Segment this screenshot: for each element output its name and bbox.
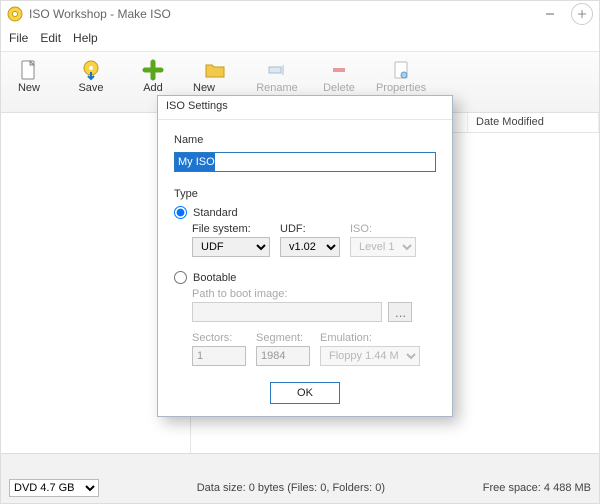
status-data-size: Data size: 0 bytes (Files: 0, Folders: 0…: [99, 482, 483, 494]
name-input[interactable]: [174, 152, 436, 172]
sectors-label: Sectors:: [192, 332, 246, 344]
bootable-radio-label: Bootable: [193, 272, 236, 284]
type-label: Type: [174, 188, 436, 200]
menu-edit[interactable]: Edit: [36, 29, 65, 47]
bootable-radio-row: Bootable: [174, 271, 436, 284]
add-icon: [141, 58, 165, 82]
rename-label: Rename: [256, 82, 298, 94]
properties-label: Properties: [376, 82, 426, 94]
menu-file[interactable]: File: [5, 29, 32, 47]
new-button[interactable]: New: [7, 58, 51, 106]
titlebar: ISO Workshop - Make ISO: [1, 1, 599, 27]
app-icon: [7, 6, 23, 22]
save-icon: [79, 58, 103, 82]
new-file-icon: [17, 58, 41, 82]
save-label: Save: [78, 82, 103, 94]
standard-radio-row: Standard: [174, 206, 436, 219]
maximize-circle-button[interactable]: [571, 3, 593, 25]
emulation-select: Floppy 1.44 MB: [320, 346, 420, 366]
menubar: File Edit Help: [1, 27, 599, 52]
add-label: Add: [143, 82, 163, 94]
col-date[interactable]: Date Modified: [468, 113, 599, 132]
properties-icon: i: [389, 58, 413, 82]
statusbar: DVD 4.7 GB Data size: 0 bytes (Files: 0,…: [1, 453, 599, 503]
iso-label: ISO:: [350, 223, 416, 235]
boot-path-input: [192, 302, 382, 322]
path-label: Path to boot image:: [192, 288, 436, 300]
fs-select[interactable]: UDF: [192, 237, 270, 257]
dialog-title: ISO Settings: [158, 96, 452, 120]
udf-label: UDF:: [280, 223, 340, 235]
delete-label: Delete: [323, 82, 355, 94]
emulation-label: Emulation:: [320, 332, 420, 344]
save-button[interactable]: Save: [69, 58, 113, 106]
rename-icon: [265, 58, 289, 82]
new-label: New: [18, 82, 40, 94]
window-title: ISO Workshop - Make ISO: [29, 7, 171, 21]
udf-select[interactable]: v1.02: [280, 237, 340, 257]
status-free-space: Free space: 4 488 MB: [483, 482, 591, 494]
menu-help[interactable]: Help: [69, 29, 102, 47]
media-select[interactable]: DVD 4.7 GB: [9, 479, 99, 497]
standard-radio[interactable]: [174, 206, 187, 219]
delete-icon: [327, 58, 351, 82]
svg-text:i: i: [403, 73, 404, 79]
folder-icon: [203, 58, 227, 82]
minimize-button[interactable]: [529, 1, 571, 27]
browse-button: ...: [388, 302, 412, 322]
fs-label: File system:: [192, 223, 270, 235]
ok-button[interactable]: OK: [270, 382, 340, 404]
name-label: Name: [174, 134, 436, 146]
iso-select: Level 1: [350, 237, 416, 257]
iso-settings-dialog: ISO Settings Name Type Standard File sys…: [157, 95, 453, 417]
segment-label: Segment:: [256, 332, 310, 344]
standard-radio-label: Standard: [193, 207, 238, 219]
sectors-input: [192, 346, 246, 366]
segment-input: [256, 346, 310, 366]
bootable-radio[interactable]: [174, 271, 187, 284]
